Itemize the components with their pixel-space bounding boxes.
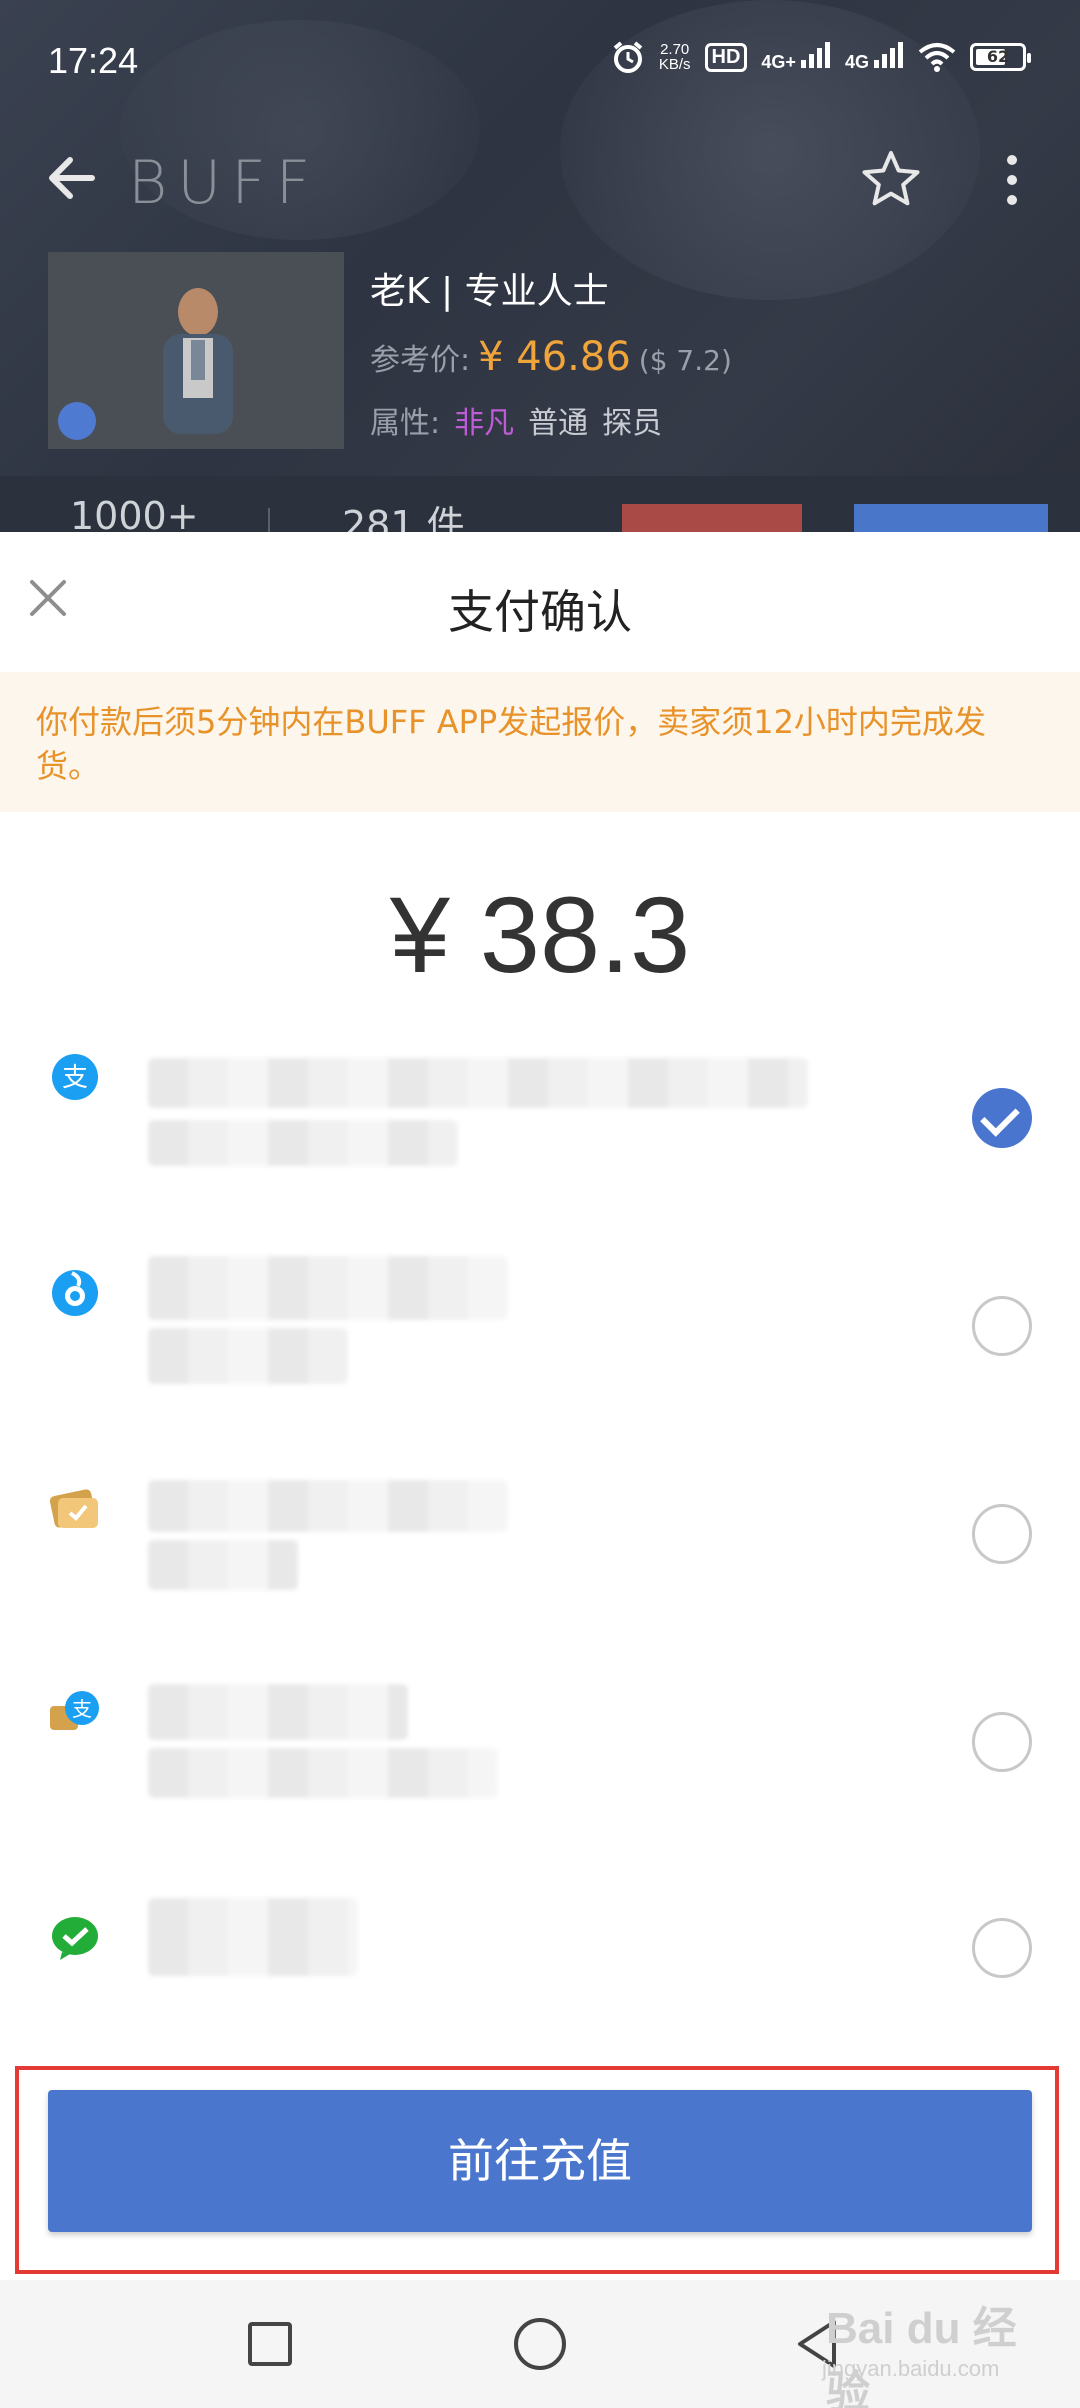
method-name-redacted — [148, 1058, 808, 1108]
watermark-sub: jingyan.baidu.com — [822, 2356, 1000, 2381]
svg-text:支: 支 — [72, 1697, 92, 1721]
sheet-header: 支付确认 — [0, 532, 1080, 672]
recents-button[interactable] — [248, 2322, 292, 2366]
method-radio[interactable] — [972, 1712, 1032, 1772]
method-name-redacted — [148, 1684, 408, 1740]
payment-method-item[interactable] — [0, 1428, 1080, 1636]
payment-amount: ¥ 38.3 — [389, 874, 691, 995]
hd-badge: HD — [704, 42, 748, 72]
back-icon[interactable] — [42, 148, 102, 208]
svg-text:支: 支 — [62, 1063, 88, 1093]
net-speed-value: 2.70 — [660, 41, 690, 58]
payment-method-item[interactable]: 支 — [0, 1636, 1080, 1844]
method-radio-selected[interactable] — [972, 1088, 1032, 1148]
method-name-redacted — [148, 1898, 358, 1976]
wechat-pay-icon — [52, 1917, 98, 1960]
home-button[interactable] — [514, 2318, 566, 2370]
app-bar: BUFF — [0, 140, 1080, 220]
item-title: 老K | 专业人士 — [370, 271, 609, 312]
wallet-icon — [52, 1270, 98, 1316]
sim1-signal-icon: 4G+ — [761, 41, 831, 73]
baidu-watermark: Bai du 经验 jingyan.baidu.com — [818, 2292, 1058, 2408]
method-desc-redacted — [148, 1748, 498, 1798]
method-desc-redacted — [148, 1120, 458, 1166]
go-recharge-button[interactable]: 前往充值 — [48, 2090, 1032, 2232]
attr-label: 属性: — [370, 406, 441, 441]
price-usd: ($ 7.2) — [638, 344, 732, 377]
sheet-title: 支付确认 — [448, 585, 632, 639]
more-icon[interactable] — [1000, 150, 1024, 210]
star-icon[interactable] — [860, 148, 922, 210]
item-detail-background: 17:24 2.70 KB/s HD 4G+ 4G 62 BUFF 老K | 专… — [0, 0, 1080, 540]
attr-quality: 普通 — [528, 406, 589, 441]
alipay-icon: 支 — [52, 1054, 98, 1100]
status-time: 17:24 — [48, 40, 139, 81]
battery-text: 62 — [986, 47, 1010, 66]
method-desc-redacted — [148, 1540, 298, 1590]
price-label: 参考价: — [370, 343, 471, 378]
payment-confirm-sheet: 支付确认 你付款后须5分钟内在BUFF APP发起报价，卖家须12小时内完成发货… — [0, 532, 1080, 2277]
agent-figure-image — [163, 288, 233, 434]
payment-method-item[interactable] — [0, 1844, 1080, 2052]
status-icons: 2.70 KB/s HD 4G+ 4G 62 — [611, 40, 1031, 74]
attr-rarity: 非凡 — [454, 406, 515, 441]
attribute-row: 属性: 非凡 普通 探员 — [370, 398, 662, 442]
stats-row-peek: 1000+ 281 件 — [0, 476, 1080, 540]
card-icon — [50, 1489, 98, 1528]
method-radio[interactable] — [972, 1504, 1032, 1564]
net-speed: 2.70 KB/s — [659, 42, 691, 72]
price-row: 参考价: ¥ 46.86 ($ 7.2) — [370, 334, 732, 380]
battery-icon: 62 — [970, 43, 1031, 71]
net-speed-unit: KB/s — [658, 56, 691, 73]
payment-notice: 你付款后须5分钟内在BUFF APP发起报价，卖家须12小时内完成发货。 — [0, 672, 1080, 812]
method-name-redacted — [148, 1256, 508, 1320]
price-cny: ¥ 46.86 — [478, 334, 631, 380]
method-desc-redacted — [148, 1328, 348, 1384]
watermark-main: Bai du 经验 — [826, 2304, 1017, 2408]
brand-logo: BUFF — [128, 148, 321, 218]
method-name-redacted — [148, 1480, 508, 1532]
item-thumbnail[interactable] — [48, 252, 344, 449]
method-radio[interactable] — [972, 1296, 1032, 1356]
sim2-label: 4G — [844, 51, 869, 72]
attr-type: 探员 — [602, 406, 663, 441]
payment-method-item[interactable]: 支 — [0, 1012, 1080, 1220]
alipay-card-icon: 支 — [50, 1691, 99, 1730]
alarm-icon — [613, 41, 643, 73]
sim2-signal-icon: 4G — [844, 41, 904, 73]
wifi-icon — [918, 43, 956, 72]
payment-method-item[interactable] — [0, 1220, 1080, 1428]
sim1-label: 4G+ — [761, 51, 796, 72]
method-radio[interactable] — [972, 1918, 1032, 1978]
item-type-badge-icon — [58, 402, 96, 440]
status-bar: 17:24 2.70 KB/s HD 4G+ 4G 62 — [0, 0, 1080, 120]
